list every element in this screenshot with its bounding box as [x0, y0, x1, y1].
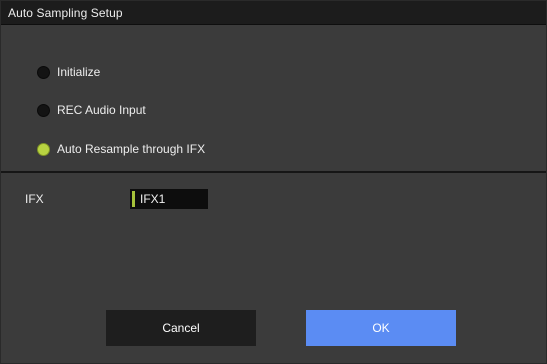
radio-option-auto-resample-through-ifx[interactable]: Auto Resample through IFX — [37, 138, 297, 160]
radio-option-initialize[interactable]: Initialize — [37, 61, 297, 83]
sampling-mode-radio-group: Initialize REC Audio Input Auto Resample… — [37, 57, 337, 167]
ifx-edit-marker — [132, 191, 135, 207]
radio-button-selected-icon — [37, 142, 50, 156]
ifx-label: IFX — [25, 192, 44, 206]
ok-button[interactable]: OK — [306, 310, 456, 346]
radio-button-icon — [37, 103, 50, 117]
radio-label: REC Audio Input — [57, 103, 146, 117]
radio-label: Auto Resample through IFX — [57, 142, 206, 156]
auto-sampling-setup-dialog: Auto Sampling Setup Initialize REC Audio… — [0, 0, 547, 364]
section-divider — [1, 171, 546, 173]
dialog-title: Auto Sampling Setup — [8, 6, 123, 20]
title-bar: Auto Sampling Setup — [1, 1, 546, 25]
radio-option-rec-audio-input[interactable]: REC Audio Input — [37, 99, 297, 121]
radio-button-icon — [37, 65, 50, 79]
ifx-value: IFX1 — [140, 192, 166, 206]
cancel-button[interactable]: Cancel — [106, 310, 256, 346]
ifx-select[interactable]: IFX1 — [130, 189, 208, 209]
radio-label: Initialize — [57, 65, 101, 79]
